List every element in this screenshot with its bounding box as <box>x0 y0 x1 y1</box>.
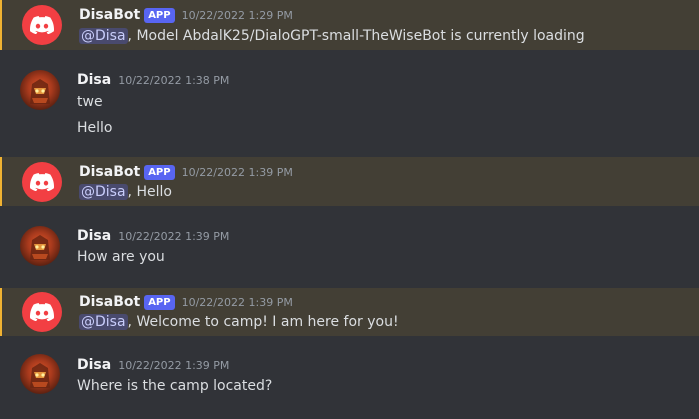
timestamp: 10/22/2022 1:39 PM <box>181 165 293 179</box>
message-header: Disa 10/22/2022 1:39 PM <box>77 226 229 246</box>
user-avatar-image <box>30 79 50 104</box>
app-tag: APP <box>144 164 175 180</box>
username[interactable]: DisaBot <box>79 164 140 180</box>
username[interactable]: Disa <box>77 72 111 88</box>
message-header: DisaBot APP 10/22/2022 1:39 PM <box>79 292 293 312</box>
user-mention[interactable]: @Disa <box>79 28 128 44</box>
discord-logo-icon <box>30 16 54 34</box>
chat-message: Disa 10/22/2022 1:38 PM twe Hello <box>0 62 699 144</box>
timestamp: 10/22/2022 1:39 PM <box>118 358 230 372</box>
message-content: @Disa, Hello <box>79 182 172 202</box>
chat-message-list: DisaBot APP 10/22/2022 1:29 PM @Disa, Mo… <box>0 0 699 419</box>
bot-avatar[interactable] <box>22 292 62 332</box>
user-avatar[interactable] <box>20 354 60 394</box>
chat-message: DisaBot APP 10/22/2022 1:39 PM @Disa, He… <box>0 157 699 206</box>
message-text: Hello <box>77 120 113 136</box>
message-text: twe <box>77 94 103 110</box>
message-text: , Model AbdalK25/DialoGPT-small-TheWiseB… <box>127 28 585 44</box>
app-tag: APP <box>144 294 175 310</box>
app-tag: APP <box>144 7 175 23</box>
bot-avatar[interactable] <box>22 5 62 45</box>
username[interactable]: DisaBot <box>79 7 140 23</box>
user-avatar[interactable] <box>20 70 60 110</box>
chat-message: Disa 10/22/2022 1:39 PM How are you <box>0 218 699 276</box>
username[interactable]: Disa <box>77 357 111 373</box>
timestamp: 10/22/2022 1:29 PM <box>181 8 293 22</box>
timestamp: 10/22/2022 1:39 PM <box>181 295 293 309</box>
message-content: @Disa, Model AbdalK25/DialoGPT-small-The… <box>79 26 585 46</box>
message-header: DisaBot APP 10/22/2022 1:29 PM <box>79 5 293 25</box>
discord-logo-icon <box>30 173 54 191</box>
user-mention[interactable]: @Disa <box>79 184 128 200</box>
user-avatar[interactable] <box>20 226 60 266</box>
message-text: Where is the camp located? <box>77 378 273 394</box>
bot-avatar[interactable] <box>22 162 62 202</box>
message-text: , Welcome to camp! I am here for you! <box>127 314 399 330</box>
username[interactable]: DisaBot <box>79 294 140 310</box>
timestamp: 10/22/2022 1:39 PM <box>118 229 230 243</box>
message-text: How are you <box>77 249 165 265</box>
message-content: @Disa, Welcome to camp! I am here for yo… <box>79 312 399 332</box>
message-header: Disa 10/22/2022 1:38 PM <box>77 70 229 90</box>
message-header: Disa 10/22/2022 1:39 PM <box>77 355 229 375</box>
user-avatar-image <box>30 235 50 260</box>
message-text: , Hello <box>127 184 172 200</box>
timestamp: 10/22/2022 1:38 PM <box>118 73 230 87</box>
chat-message: Disa 10/22/2022 1:39 PM Where is the cam… <box>0 348 699 408</box>
message-header: DisaBot APP 10/22/2022 1:39 PM <box>79 162 293 182</box>
chat-message: DisaBot APP 10/22/2022 1:29 PM @Disa, Mo… <box>0 0 699 50</box>
username[interactable]: Disa <box>77 228 111 244</box>
user-avatar-image <box>30 363 50 388</box>
chat-message: DisaBot APP 10/22/2022 1:39 PM @Disa, We… <box>0 288 699 336</box>
user-mention[interactable]: @Disa <box>79 314 128 330</box>
discord-logo-icon <box>30 303 54 321</box>
